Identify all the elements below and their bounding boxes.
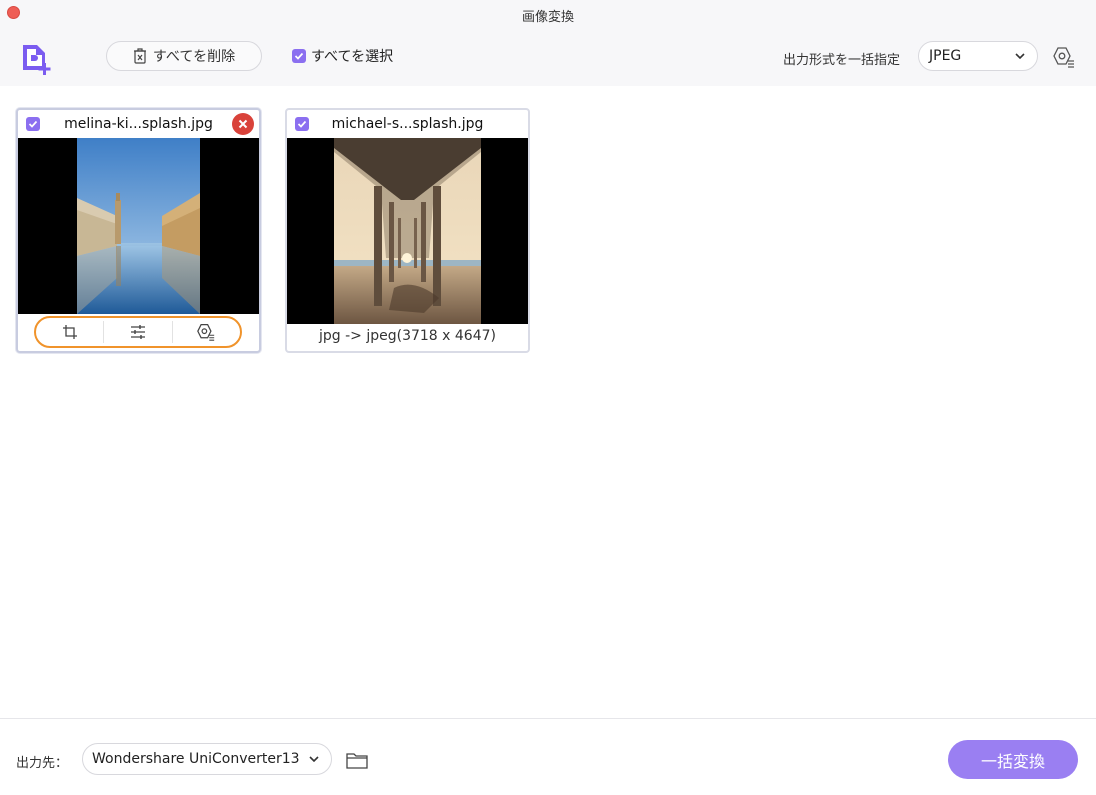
add-file-icon[interactable] (20, 42, 54, 76)
file-checkbox[interactable] (26, 117, 40, 131)
crop-button[interactable] (36, 318, 103, 346)
file-card-header: michael-s...splash.jpg (287, 110, 528, 138)
trash-icon (133, 48, 146, 64)
output-label: 出力先： (16, 756, 69, 771)
image-thumbnail (18, 138, 259, 314)
settings-gear-icon (197, 324, 215, 341)
conversion-info: jpg -> jpeg(3718 x 4647) (319, 328, 496, 344)
folder-icon[interactable] (346, 750, 368, 770)
file-card-header: melina-ki...splash.jpg (18, 110, 259, 138)
output-path-dropdown[interactable]: Wondershare UniConverter13 (82, 743, 332, 775)
settings-gear-icon[interactable] (1052, 46, 1076, 68)
delete-all-button[interactable]: すべてを削除 (106, 41, 262, 71)
checkbox-checked-icon (292, 49, 306, 63)
toolbar: すべてを削除 すべてを選択 出力形式を一括指定 JPEG (0, 28, 1096, 86)
format-dropdown[interactable]: JPEG (918, 41, 1038, 71)
close-icon (238, 119, 248, 129)
chevron-down-icon (1015, 53, 1025, 59)
format-label: 出力形式を一括指定 (783, 53, 901, 68)
footer-bar: 出力先： Wondershare UniConverter13 一括変換 (0, 718, 1096, 795)
convert-all-button[interactable]: 一括変換 (948, 740, 1078, 779)
format-value: JPEG (929, 48, 962, 64)
window-title: 画像変換 (521, 10, 574, 25)
crop-icon (62, 325, 77, 339)
chevron-down-icon (309, 756, 319, 762)
select-all-checkbox[interactable]: すべてを選択 (292, 46, 393, 66)
file-name: michael-s...splash.jpg (331, 116, 484, 132)
file-card[interactable]: melina-ki...splash.jpg (16, 108, 261, 353)
title-bar: 画像変換 (0, 0, 1096, 28)
select-all-label: すべてを選択 (311, 49, 394, 65)
image-thumbnail (287, 138, 528, 324)
delete-all-label: すべてを削除 (152, 49, 236, 65)
adjust-button[interactable] (104, 318, 171, 346)
file-card[interactable]: michael-s...splash.jpg jpg -> jpeg(3718 … (285, 108, 530, 353)
output-path-value: Wondershare UniConverter13 (92, 751, 300, 767)
file-checkbox[interactable] (295, 117, 309, 131)
sliders-icon (130, 325, 145, 339)
edit-tools-bar (34, 316, 242, 348)
settings-button[interactable] (173, 318, 240, 346)
file-name: melina-ki...splash.jpg (64, 116, 213, 132)
pier-photo (334, 138, 481, 324)
canal-photo (77, 138, 200, 314)
remove-file-button[interactable] (232, 113, 254, 135)
